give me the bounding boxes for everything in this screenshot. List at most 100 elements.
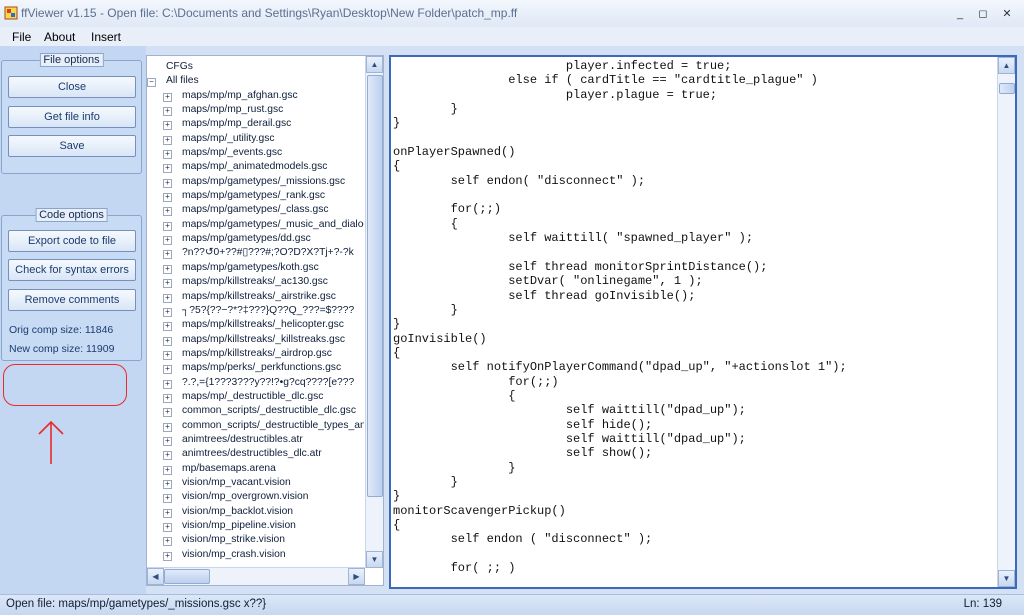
minimize-button[interactable]: _ [951,7,969,21]
tree-item[interactable]: + maps/mp/gametypes/_missions.gsc [147,175,364,189]
check-syntax-button[interactable]: Check for syntax errors [8,259,136,281]
tree-item[interactable]: + maps/mp/killstreaks/_airdrop.gsc [147,347,364,361]
code-line[interactable]: { [393,159,993,173]
code-line[interactable]: onPlayerSpawned() [393,145,993,159]
expand-icon[interactable]: + [163,322,172,332]
restore-button[interactable]: ◻ [974,7,992,21]
expand-icon[interactable]: + [163,193,172,203]
expand-icon[interactable]: + [163,479,172,489]
code-line[interactable]: } [393,489,993,503]
tree-hscroll-thumb[interactable] [164,569,210,584]
code-line[interactable]: } [393,475,993,489]
tree-item[interactable]: + maps/mp/gametypes/koth.gsc [147,261,364,275]
code-line[interactable]: self waittill("dpad_up"); [393,403,993,417]
collapse-icon[interactable]: − [147,78,156,88]
tree-item[interactable]: + maps/mp/gametypes/_class.gsc [147,203,364,217]
code-editor[interactable]: player.infected = true; else if ( cardTi… [389,55,1017,589]
close-file-button[interactable]: Close [8,76,136,98]
tree-horizontal-scrollbar[interactable]: ◀ ▶ [147,567,365,585]
tree-item[interactable]: + maps/mp/mp_afghan.gsc [147,89,364,103]
tree-item[interactable]: + maps/mp/perks/_perkfunctions.gsc [147,361,364,375]
expand-icon[interactable]: + [163,551,172,561]
expand-icon[interactable]: + [163,494,172,504]
expand-icon[interactable]: + [163,178,172,188]
tree-item[interactable]: + maps/mp/killstreaks/_helicopter.gsc [147,318,364,332]
tree-item[interactable]: + common_scripts/_destructible_dlc.gsc [147,404,364,418]
expand-icon[interactable]: + [163,221,172,231]
expand-icon[interactable]: + [163,164,172,174]
expand-icon[interactable]: + [163,408,172,418]
tree-item[interactable]: + ┐?5?{??−?*?‡???}Q??Q_???=$???? [147,304,364,318]
tree-vertical-scrollbar[interactable]: ▲ ▼ [365,56,383,568]
expand-icon[interactable]: + [163,393,172,403]
tree-item[interactable]: + maps/mp/_destructible_dlc.gsc [147,390,364,404]
expand-icon[interactable]: + [163,150,172,160]
code-line[interactable]: for(;;) [393,375,993,389]
expand-icon[interactable]: + [163,236,172,246]
code-line[interactable]: { [393,518,993,532]
expand-icon[interactable]: + [163,293,172,303]
expand-icon[interactable]: + [163,250,172,260]
code-line[interactable]: goInvisible() [393,332,993,346]
menu-file[interactable]: File [12,28,31,46]
code-line[interactable]: self thread goInvisible(); [393,289,993,303]
tree-item[interactable]: + maps/mp/gametypes/dd.gsc [147,232,364,246]
tree-item[interactable]: + ?.?,={1???3???y??!?•g?cq????[e??? [147,376,364,390]
tree-item[interactable]: + common_scripts/_destructible_types_anim… [147,419,364,433]
tree-item[interactable]: + maps/mp/killstreaks/_ac130.gsc [147,275,364,289]
code-line[interactable]: } [393,317,993,331]
expand-icon[interactable]: + [163,365,172,375]
expand-icon[interactable]: + [163,135,172,145]
expand-icon[interactable]: + [163,422,172,432]
code-line[interactable]: self waittill( "spawned_player" ); [393,231,993,245]
tree-item[interactable]: + vision/mp_backlot.vision [147,505,364,519]
code-line[interactable]: self endon( "disconnect" ); [393,174,993,188]
expand-icon[interactable]: + [163,436,172,446]
tree-item[interactable]: + maps/mp/_animatedmodels.gsc [147,160,364,174]
code-line[interactable]: for(;;) [393,202,993,216]
code-line[interactable]: self hide(); [393,418,993,432]
code-line[interactable]: { [393,217,993,231]
code-line[interactable]: self show(); [393,446,993,460]
tree-item[interactable]: + maps/mp/gametypes/_music_and_dialog.gsc [147,218,364,232]
code-line[interactable]: self endon ( "disconnect" ); [393,532,993,546]
expand-icon[interactable]: + [163,92,172,102]
code-line[interactable]: { [393,346,993,360]
tree-item[interactable]: CFGs [147,60,364,74]
expand-icon[interactable]: + [163,379,172,389]
code-scroll-down-icon[interactable]: ▼ [998,570,1015,587]
tree-scroll-thumb[interactable] [367,75,383,497]
expand-icon[interactable]: + [163,264,172,274]
tree-item[interactable]: + animtrees/destructibles.atr [147,433,364,447]
expand-icon[interactable]: + [163,350,172,360]
expand-icon[interactable]: + [163,465,172,475]
code-scroll-thumb[interactable] [999,82,1015,94]
tree-item[interactable]: + vision/mp_pipeline.vision [147,519,364,533]
scroll-right-icon[interactable]: ▶ [348,568,365,585]
scroll-left-icon[interactable]: ◀ [147,568,164,585]
code-line[interactable]: } [393,461,993,475]
code-line[interactable]: } [393,116,993,130]
tree-item[interactable]: + maps/mp/_events.gsc [147,146,364,160]
export-code-button[interactable]: Export code to file [8,230,136,252]
code-line[interactable]: setDvar( "onlinegame", 1 ); [393,274,993,288]
code-line[interactable]: for( ;; ) [393,561,993,575]
expand-icon[interactable]: + [163,121,172,131]
save-button[interactable]: Save [8,135,136,157]
tree-item[interactable]: + ?n??↺0+??#▯???#;?O?D?X?Tj+?-?k [147,246,364,260]
code-line[interactable]: monitorScavengerPickup() [393,504,993,518]
tree-item[interactable]: − All files [147,74,364,88]
expand-icon[interactable]: + [163,508,172,518]
code-line[interactable] [393,245,993,259]
code-line[interactable]: else if ( cardTitle == "cardtitle_plague… [393,73,993,87]
menu-insert[interactable]: Insert [91,28,121,46]
tree-item[interactable]: + maps/mp/mp_derail.gsc [147,117,364,131]
expand-icon[interactable]: + [163,537,172,547]
tree-item[interactable]: + vision/mp_vacant.vision [147,476,364,490]
code-scroll-up-icon[interactable]: ▲ [998,57,1015,74]
tree-item[interactable]: + animtrees/destructibles_dlc.atr [147,447,364,461]
code-line[interactable]: player.plague = true; [393,88,993,102]
code-line[interactable]: player.infected = true; [393,59,993,73]
code-line[interactable] [393,131,993,145]
tree-item[interactable]: + maps/mp/_utility.gsc [147,132,364,146]
